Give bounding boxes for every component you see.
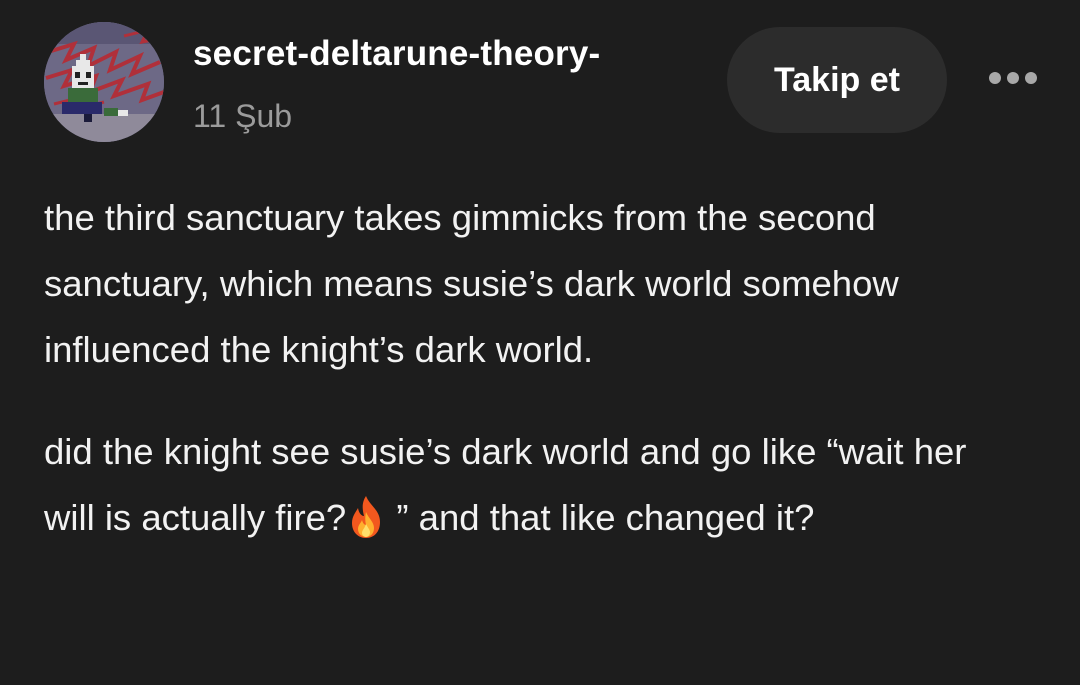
more-options-button[interactable] bbox=[983, 60, 1043, 96]
follow-button-label: Takip et bbox=[774, 60, 900, 99]
more-dots-icon bbox=[989, 72, 1037, 84]
post-body: the third sanctuary takes gimmicks from … bbox=[44, 185, 1004, 587]
pixel-character-avatar-icon bbox=[44, 22, 164, 142]
post-paragraph-2: did the knight see susie’s dark world an… bbox=[44, 419, 1004, 551]
post-paragraph-1: the third sanctuary takes gimmicks from … bbox=[44, 197, 899, 370]
avatar[interactable] bbox=[44, 22, 164, 142]
fire-icon bbox=[352, 496, 381, 538]
follow-button[interactable]: Takip et bbox=[727, 27, 947, 133]
post-date: 11 Şub bbox=[193, 98, 293, 134]
paragraph-2-text-after: ” and that like changed it? bbox=[386, 497, 815, 538]
username[interactable]: secret-deltarune-theory- bbox=[193, 34, 600, 74]
post: secret-deltarune-theory- 11 Şub Takip et… bbox=[0, 0, 1080, 685]
